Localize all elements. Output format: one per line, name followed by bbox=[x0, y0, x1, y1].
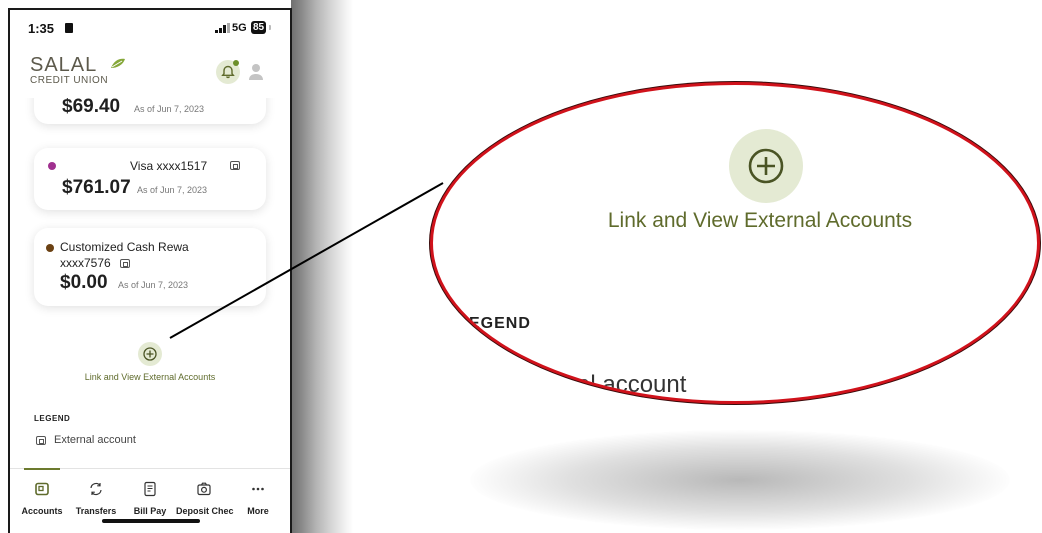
external-account-icon bbox=[120, 259, 130, 268]
battery-icon bbox=[269, 25, 271, 30]
salal-logo: SALAL CREDIT UNION bbox=[30, 54, 125, 86]
plus-circle-icon bbox=[748, 148, 784, 184]
tab-bill-pay[interactable]: Bill Pay bbox=[122, 481, 178, 519]
account-balance: $69.40 bbox=[62, 98, 121, 117]
tab-deposit-check[interactable]: Deposit Chec bbox=[176, 481, 234, 519]
active-tab-indicator bbox=[24, 468, 60, 470]
legend-external-account: External account bbox=[54, 434, 136, 446]
bill-pay-icon bbox=[144, 481, 156, 497]
app-header: SALAL CREDIT UNION bbox=[10, 46, 290, 98]
zoom-legend-title: EGEND bbox=[469, 315, 531, 332]
tab-transfers[interactable]: Transfers bbox=[68, 481, 124, 519]
accounts-list: $69.40 As of Jun 7, 2023 Visa xxxx1517 $… bbox=[10, 98, 290, 468]
tab-label: Transfers bbox=[75, 506, 117, 516]
tab-more[interactable]: More bbox=[230, 481, 286, 519]
account-card-visa[interactable]: Visa xxxx1517 $761.07 As of Jun 7, 2023 bbox=[34, 148, 266, 210]
account-color-dot bbox=[46, 244, 54, 252]
bottom-tab-bar: Accounts Transfers Bill Pay Deposit Chec bbox=[10, 468, 290, 533]
logo-name: SALAL bbox=[30, 54, 98, 76]
status-time: 1:35 bbox=[28, 21, 55, 36]
notification-dot bbox=[233, 60, 239, 66]
account-number: xxxx7576 bbox=[60, 256, 111, 270]
tab-accounts[interactable]: Accounts bbox=[14, 481, 70, 519]
legend-title: LEGEND bbox=[34, 414, 71, 423]
home-indicator bbox=[102, 519, 200, 523]
battery-level: 85 bbox=[251, 21, 267, 34]
add-external-account-button[interactable] bbox=[138, 342, 162, 366]
notifications-button[interactable] bbox=[216, 60, 240, 84]
account-card[interactable]: $69.40 As of Jun 7, 2023 bbox=[34, 98, 266, 124]
network-type: 5G bbox=[232, 22, 247, 34]
more-icon bbox=[252, 487, 264, 491]
zoom-callout-shadow bbox=[470, 430, 1010, 530]
account-as-of: As of Jun 7, 2023 bbox=[137, 185, 208, 195]
logo-subtitle: CREDIT UNION bbox=[30, 75, 109, 86]
external-account-icon bbox=[36, 436, 46, 445]
link-external-accounts[interactable]: Link and View External Accounts bbox=[10, 342, 290, 392]
status-bar: 1:35 5G 85 bbox=[10, 10, 290, 46]
tab-label: Bill Pay bbox=[133, 506, 167, 516]
phone-screen: 1:35 5G 85 SALAL CREDIT UNION $69.40 As … bbox=[8, 8, 292, 533]
account-name: Visa xxxx1517 bbox=[130, 159, 208, 173]
account-color-dot bbox=[48, 162, 56, 170]
accounts-icon bbox=[35, 482, 49, 496]
account-as-of: As of Jun 7, 2023 bbox=[134, 104, 205, 114]
leaf-icon bbox=[111, 58, 125, 68]
notification-status-icon bbox=[65, 23, 73, 33]
profile-icon[interactable] bbox=[248, 63, 264, 81]
camera-icon bbox=[197, 482, 211, 496]
zoom-plus-circle bbox=[729, 129, 803, 203]
account-card-cash-rewards[interactable]: Customized Cash Rewa xxxx7576 $0.00 As o… bbox=[34, 228, 266, 306]
zoom-legend-item: al account bbox=[577, 371, 687, 398]
transfers-icon bbox=[90, 482, 102, 496]
tab-label: Deposit Chec bbox=[176, 506, 234, 516]
phone-edge-shadow bbox=[291, 0, 353, 533]
link-external-label[interactable]: Link and View External Accounts bbox=[10, 372, 290, 382]
zoom-callout: Link and View External Accounts EGEND al… bbox=[430, 82, 1040, 404]
account-balance: $761.07 bbox=[62, 177, 131, 198]
tab-label: More bbox=[247, 506, 269, 516]
account-balance: $0.00 bbox=[60, 272, 108, 293]
account-name: Customized Cash Rewa bbox=[60, 240, 189, 254]
signal-icon bbox=[215, 23, 230, 33]
tab-label: Accounts bbox=[21, 506, 63, 516]
account-as-of: As of Jun 7, 2023 bbox=[118, 280, 189, 290]
zoom-link-label: Link and View External Accounts bbox=[607, 209, 913, 232]
external-account-icon bbox=[230, 161, 240, 170]
plus-circle-icon bbox=[143, 347, 157, 361]
